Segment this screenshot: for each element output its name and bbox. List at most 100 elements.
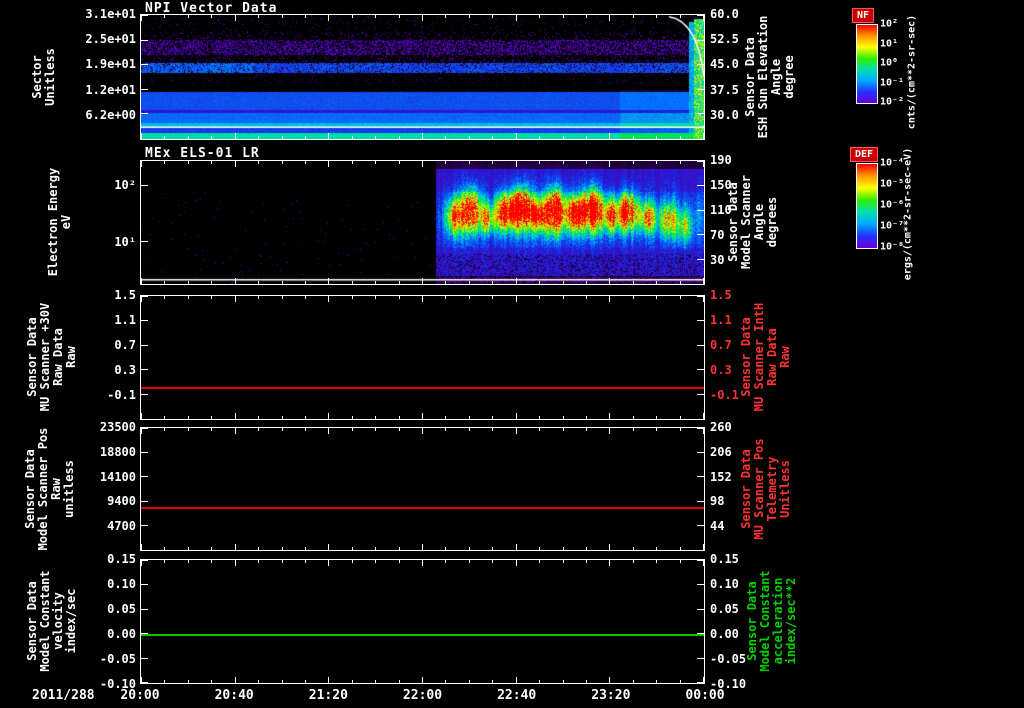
- x-axis-tick: [679, 281, 681, 284]
- y-axis-tick: [697, 500, 704, 502]
- x-axis-tick: [656, 296, 658, 299]
- x-axis-tick: [679, 547, 681, 550]
- x-axis-tick: [304, 680, 306, 683]
- y-tick-label: 10²: [114, 178, 136, 192]
- y-tick-label: 2.5e+01: [85, 32, 136, 47]
- y-axis-tick: [141, 240, 148, 242]
- x-axis-tick: [656, 15, 658, 18]
- y-tick-label: -0.10: [99, 677, 136, 691]
- x-tick-label: 22:40: [497, 688, 537, 703]
- x-axis-tick: [585, 281, 587, 284]
- x-axis-tick: [398, 161, 400, 164]
- x-axis-tick: [141, 278, 142, 284]
- x-axis-tick: [351, 161, 353, 164]
- x-axis-tick: [585, 680, 587, 683]
- x-axis-tick: [468, 416, 470, 419]
- colorbar-tick-label: 10²: [880, 18, 899, 30]
- x-axis-tick: [515, 278, 517, 284]
- x-axis-tick: [164, 416, 166, 419]
- x-axis-tick: [281, 296, 283, 299]
- x-axis-tick: [422, 428, 423, 434]
- x-axis-tick: [492, 15, 494, 18]
- y-tick-label: 0.7: [114, 338, 136, 352]
- y-axis-tick: [141, 185, 148, 187]
- x-axis-tick: [141, 161, 142, 167]
- x-axis-tick: [234, 413, 236, 419]
- x-tick-label: 00:00: [685, 688, 725, 703]
- right-y-tick-label: 30.0: [710, 107, 739, 122]
- y-axis-tick: [141, 369, 148, 371]
- x-axis-tick: [234, 544, 236, 550]
- right-y-tick-label: 190: [710, 153, 732, 167]
- model-constant-velocity-trace: [141, 633, 704, 636]
- colorbar-tick-label: 10⁻¹: [880, 77, 905, 88]
- y-axis-tick: [141, 633, 148, 635]
- x-axis-tick: [351, 281, 353, 284]
- y-axis-tick: [697, 113, 704, 115]
- y-axis-tick: [697, 258, 704, 260]
- x-axis-tick: [328, 161, 330, 167]
- x-axis-tick: [281, 416, 283, 419]
- x-axis-tick: [492, 428, 494, 431]
- x-axis-tick: [211, 296, 213, 299]
- x-axis-tick: [258, 15, 260, 18]
- x-axis-tick: [632, 281, 634, 284]
- x-axis-tick: [679, 15, 681, 18]
- x-axis-tick: [515, 413, 517, 419]
- x-axis-tick: [375, 680, 377, 683]
- y-axis-tick: [141, 39, 148, 41]
- x-axis-tick: [539, 680, 541, 683]
- x-axis-tick: [187, 15, 189, 18]
- x-axis-tick: [422, 296, 423, 302]
- x-axis-tick: [468, 296, 470, 299]
- y-axis-tick: [141, 320, 148, 322]
- colorbar-tick-label: 10⁻⁶: [880, 199, 905, 211]
- x-axis-tick: [632, 136, 634, 139]
- y-axis-tick: [697, 393, 704, 395]
- x-axis-tick: [398, 15, 400, 18]
- x-axis-tick: [398, 416, 400, 419]
- x-axis-tick: [211, 547, 213, 550]
- x-axis-tick: [468, 547, 470, 550]
- x-axis-tick: [328, 560, 330, 566]
- x-axis-tick: [632, 680, 634, 683]
- x-axis-tick: [492, 136, 494, 139]
- x-axis-tick: [211, 560, 213, 563]
- x-axis-tick: [492, 161, 494, 164]
- x-axis-tick: [398, 296, 400, 299]
- x-axis-tick: [258, 296, 260, 299]
- x-axis-tick: [211, 161, 213, 164]
- x-axis-tick: [656, 680, 658, 683]
- x-axis-tick: [328, 428, 330, 434]
- x-axis-tick: [258, 161, 260, 164]
- x-axis-tick: [351, 416, 353, 419]
- y-axis-tick: [697, 428, 704, 429]
- x-axis-tick: [422, 544, 423, 550]
- x-axis-tick: [515, 133, 517, 139]
- x-axis-tick: [211, 680, 213, 683]
- x-axis-tick: [468, 428, 470, 431]
- x-axis-tick: [398, 281, 400, 284]
- x-axis-tick: [187, 560, 189, 563]
- x-axis-tick: [703, 544, 704, 550]
- x-axis-tick: [539, 161, 541, 164]
- x-axis-tick: [656, 560, 658, 563]
- x-axis-tick: [468, 560, 470, 563]
- y-axis-tick: [141, 113, 148, 115]
- x-axis-tick: [585, 428, 587, 431]
- x-axis-tick: [632, 560, 634, 563]
- x-axis-tick: [468, 136, 470, 139]
- x-axis-tick: [492, 281, 494, 284]
- x-axis-tick: [585, 15, 587, 18]
- x-axis-tick: [468, 281, 470, 284]
- x-axis-tick: [375, 547, 377, 550]
- x-axis-tick: [375, 560, 377, 563]
- y-tick-label: -0.05: [99, 652, 136, 666]
- y-axis-tick: [697, 452, 704, 454]
- y-axis-tick: [141, 344, 148, 346]
- x-axis-tick: [164, 428, 166, 431]
- x-axis-tick: [445, 136, 447, 139]
- x-axis-tick: [234, 677, 236, 683]
- x-axis-tick: [609, 413, 611, 419]
- mu-scanner-30v-trace: [141, 387, 704, 390]
